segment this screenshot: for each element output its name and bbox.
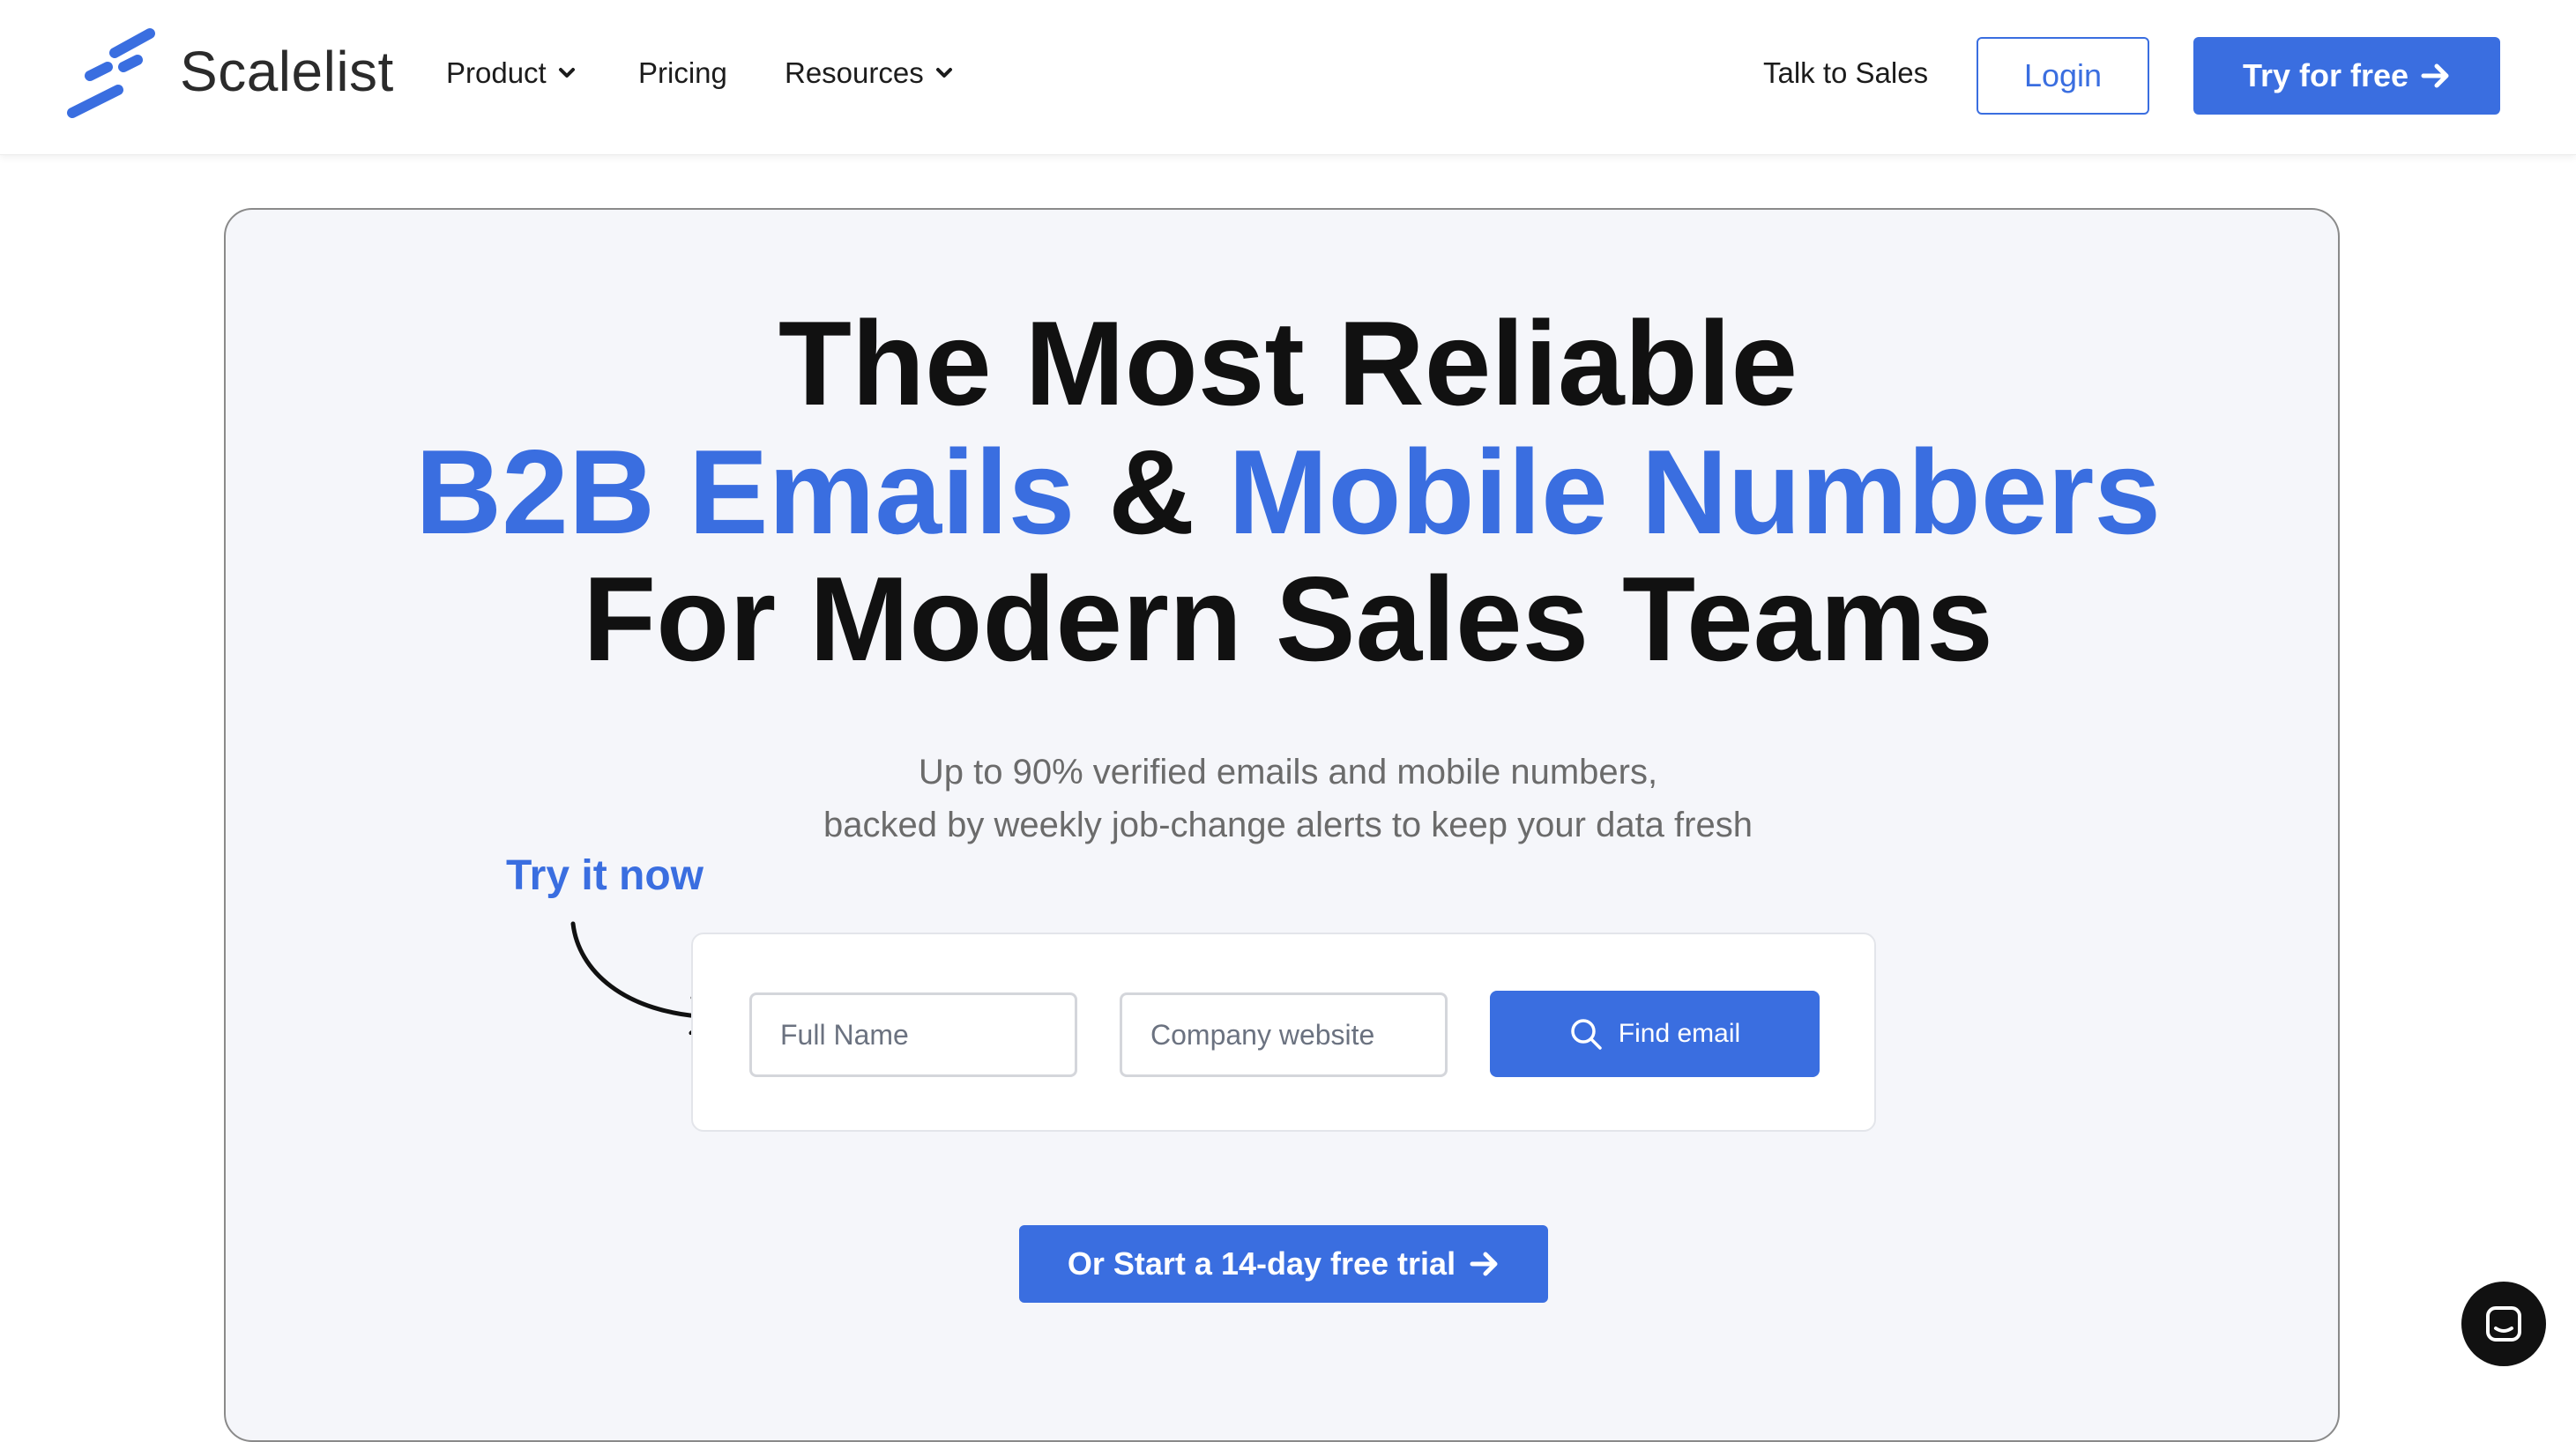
try-for-free-button[interactable]: Try for free <box>2193 37 2500 115</box>
email-finder-form: Find email <box>691 933 1876 1132</box>
subheadline-2: backed by weekly job-change alerts to ke… <box>823 806 1753 844</box>
company-website-input[interactable] <box>1120 992 1448 1077</box>
headline-b2b-emails: B2B Emails <box>414 425 1076 559</box>
chat-icon <box>2486 1306 2521 1342</box>
nav-product[interactable]: Product <box>446 56 577 90</box>
headline-line-2: B2B Emails & Mobile Numbers <box>0 428 2576 555</box>
start-trial-label: Or Start a 14-day free trial <box>1067 1245 1456 1282</box>
subheadline-1: Up to 90% verified emails and mobile num… <box>918 753 1658 792</box>
headline-line-3: For Modern Sales Teams <box>583 552 1993 686</box>
nav-pricing[interactable]: Pricing <box>638 56 727 90</box>
try-for-free-label: Try for free <box>2242 57 2409 93</box>
chevron-down-icon <box>935 68 952 78</box>
headline-line-1: The Most Reliable <box>778 296 1798 430</box>
nav-pricing-label: Pricing <box>638 56 727 89</box>
arrow-right-icon <box>2421 63 2449 88</box>
headline-ampersand: & <box>1075 425 1229 559</box>
find-email-label: Find email <box>1618 1019 1741 1048</box>
nav-resources-label: Resources <box>785 56 924 89</box>
start-trial-button[interactable]: Or Start a 14-day free trial <box>1019 1225 1548 1303</box>
login-button[interactable]: Login <box>1977 37 2149 115</box>
arrow-right-icon <box>1470 1252 1498 1276</box>
nav-resources[interactable]: Resources <box>785 56 954 90</box>
brand-name[interactable]: Scalelist <box>180 39 394 104</box>
find-email-button[interactable]: Find email <box>1490 991 1820 1077</box>
full-name-input[interactable] <box>749 992 1077 1077</box>
talk-to-sales-link[interactable]: Talk to Sales <box>1763 56 1928 90</box>
chat-widget-button[interactable] <box>2461 1282 2546 1366</box>
headline-mobile-numbers: Mobile Numbers <box>1228 425 2162 559</box>
search-icon <box>1571 1019 1602 1050</box>
nav-product-label: Product <box>446 56 547 89</box>
try-it-now-label: Try it now <box>506 852 704 899</box>
chevron-down-icon <box>558 68 575 78</box>
logo-icon[interactable] <box>63 26 160 122</box>
top-header: Scalelist Product Pricing Resources Talk… <box>0 0 2576 155</box>
